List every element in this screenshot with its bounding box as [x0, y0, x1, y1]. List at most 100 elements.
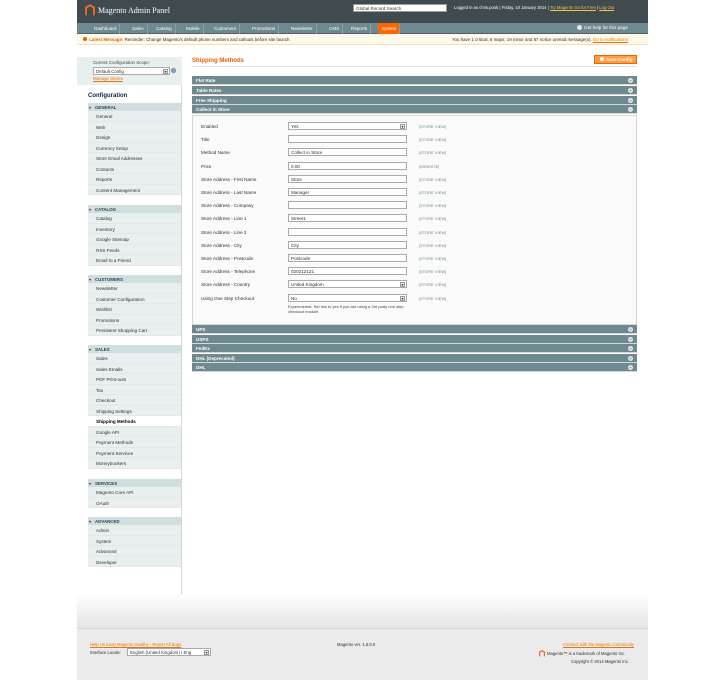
field-input[interactable] — [288, 227, 407, 236]
field-select[interactable]: Yes ▾ — [288, 122, 407, 130]
go-to-notifications-link[interactable]: Go to notifications — [593, 37, 628, 42]
sidebar-item-newsletter[interactable]: Newsletter — [88, 283, 181, 294]
sidebar-item-payment-methods[interactable]: Payment Methods — [88, 437, 181, 448]
sidebar-item-inventory[interactable]: Inventory — [88, 223, 181, 234]
sidebar-item-web[interactable]: Web — [88, 121, 181, 132]
field-input[interactable] — [288, 201, 407, 210]
save-icon — [600, 57, 604, 61]
field-input[interactable]: City — [288, 240, 407, 249]
field-input[interactable]: 0.00 — [288, 161, 407, 170]
sidebar-item-developer[interactable]: Developer — [88, 556, 181, 567]
footer-right: Connect with the Magento Community — [557, 642, 634, 647]
field-input[interactable]: Street1 — [288, 214, 407, 223]
sidebar-item-shipping-methods[interactable]: Shipping Methods — [88, 416, 181, 427]
sidebar-item-contacts[interactable]: Contacts — [88, 163, 181, 174]
field-select[interactable]: No ▾ — [288, 293, 407, 302]
manage-stores-link[interactable]: Manage Stores — [93, 76, 123, 81]
sidebar-item-oauth[interactable]: OAuth — [88, 497, 181, 508]
magento-logo[interactable]: Magento Admin Panel — [85, 4, 170, 16]
sidebar-item-customer-configuration[interactable]: Customer Configuration — [88, 293, 181, 304]
sidebar-item-shipping-settings[interactable]: Shipping Settings — [88, 405, 181, 416]
nav-mobile[interactable]: Mobile — [183, 23, 204, 34]
notification-bar: Latest Message: Reminder: Change Magento… — [77, 34, 648, 45]
sidebar-section-header[interactable]: ▾ CATALOG — [88, 205, 181, 213]
nav-sales[interactable]: Sales — [129, 23, 148, 34]
sidebar-item-catalog[interactable]: Catalog — [88, 213, 181, 224]
group-table-rates[interactable]: Table Rates + — [192, 86, 637, 95]
sidebar-item-wishlist[interactable]: Wishlist — [88, 304, 181, 315]
sidebar-item-admin[interactable]: Admin — [88, 525, 181, 536]
sidebar-item-general[interactable]: General — [88, 111, 181, 122]
field-label: Method Name — [201, 150, 230, 156]
field-label: Enabled — [201, 124, 218, 129]
field-input[interactable]: 020212121 — [288, 267, 407, 276]
field-input[interactable]: Manager — [288, 188, 407, 196]
sidebar-item-advanced[interactable]: Advanced — [88, 546, 181, 557]
sidebar-item-magento-core-api[interactable]: Magento Core API — [88, 487, 181, 498]
save-config-button[interactable]: Save Config — [594, 55, 637, 64]
group-flat-rate[interactable]: Flat Rate + — [192, 76, 637, 85]
field-input[interactable] — [288, 135, 407, 144]
sidebar-item-reports[interactable]: Reports — [88, 174, 181, 185]
sidebar-section-header[interactable]: ▾ ADVANCED — [88, 517, 181, 525]
sidebar-item-google-sitemap[interactable]: Google Sitemap — [88, 234, 181, 245]
nav-cms[interactable]: CMS — [326, 23, 344, 34]
sidebar-item-tax[interactable]: Tax — [88, 384, 181, 395]
field-input[interactable]: Postcode — [288, 254, 407, 262]
info-icon[interactable]: ? — [171, 68, 176, 73]
group-free-shipping[interactable]: Free Shipping + — [192, 96, 637, 105]
field-scope: [STORE VIEW] — [419, 269, 447, 275]
sidebar-item-payment-services[interactable]: Payment Services — [88, 447, 181, 458]
group-dhl[interactable]: DHL + — [192, 363, 637, 372]
global-search-input[interactable] — [353, 4, 447, 12]
nav-customers[interactable]: Customers — [211, 23, 241, 34]
sidebar-section-general: ▾ GENERAL General Web Design Currency Setup St… — [88, 103, 181, 195]
sidebar-section-header[interactable]: ▾ SERVICES — [88, 479, 181, 487]
nav-dashboard[interactable]: Dashboard — [91, 23, 121, 34]
group-dhl-deprecated[interactable]: DHL (Deprecated) + — [192, 354, 637, 363]
sidebar-item-currency-setup[interactable]: Currency Setup — [88, 142, 181, 153]
report-bugs-link[interactable]: Help Us Keep Magento Healthy - Report Al… — [90, 642, 181, 647]
field-select[interactable]: United Kingdom ▾ — [288, 280, 407, 289]
sidebar-item-sales[interactable]: Sales — [88, 353, 181, 364]
nav-catalog[interactable]: Catalog — [153, 23, 176, 34]
locale-select[interactable]: English (United Kingdom) / Eng ▾ — [127, 648, 211, 656]
sidebar-item-pdf-print-outs[interactable]: PDF Print-outs — [88, 374, 181, 385]
sidebar-item-google-api[interactable]: Google API — [88, 426, 181, 437]
group-ups[interactable]: UPS + — [192, 325, 637, 334]
sidebar-item-checkout[interactable]: Checkout — [88, 395, 181, 406]
sidebar-section-label: ADVANCED — [95, 519, 120, 524]
sidebar-item-content-management[interactable]: Content Management — [88, 184, 181, 195]
expand-icon: + — [628, 365, 633, 370]
logout-link[interactable]: Log Out — [599, 5, 614, 10]
sidebar-item-sales-emails[interactable]: Sales Emails — [88, 363, 181, 374]
sidebar-item-design[interactable]: Design — [88, 132, 181, 143]
header: Magento Admin Panel Logged in as chris.p… — [77, 0, 648, 23]
sidebar-item-rss-feeds[interactable]: RSS Feeds — [88, 244, 181, 255]
nav-system[interactable]: System — [378, 23, 401, 34]
group-usps[interactable]: USPS + — [192, 335, 637, 344]
sidebar-section-header[interactable]: ▾ CUSTOMERS — [88, 275, 181, 283]
sidebar-item-store-email-addresses[interactable]: Store Email Addresses — [88, 153, 181, 164]
nav-newsletter[interactable]: Newsletter — [288, 23, 317, 34]
field-input[interactable]: Collect in Store — [288, 148, 407, 157]
nav-promotions[interactable]: Promotions — [249, 23, 280, 34]
sidebar-item-promotions[interactable]: Promotions — [88, 314, 181, 325]
nav-reports[interactable]: Reports — [348, 23, 372, 34]
field-row: Store Address - Postcode Postcode [STORE V… — [193, 254, 638, 264]
sidebar-item-moneybookers[interactable]: Moneybookers — [88, 458, 181, 469]
sidebar-item-persistent-shopping-cart[interactable]: Persistent Shopping Cart — [88, 325, 181, 336]
group-fedex-label: FedEx — [196, 346, 210, 351]
sidebar-section-header[interactable]: ▾ SALES — [88, 345, 181, 353]
help-link[interactable]: Get help for this page — [577, 25, 628, 30]
group-fedex[interactable]: FedEx + — [192, 344, 637, 353]
group-collect-in-store[interactable]: Collect in Store − — [192, 105, 637, 114]
try-magento-link[interactable]: Try Magento Go for Free — [550, 5, 596, 10]
field-scope: [STORE VIEW] — [419, 190, 447, 195]
sidebar-item-email-to-a-friend[interactable]: Email to a Friend — [88, 255, 181, 266]
community-link[interactable]: Connect with the Magento Community — [563, 642, 634, 647]
field-input[interactable]: Store — [288, 174, 407, 183]
sidebar-item-system[interactable]: System — [88, 535, 181, 546]
sidebar-section-header[interactable]: ▾ GENERAL — [88, 103, 181, 111]
scope-select[interactable]: Default Config ▾ — [93, 67, 170, 75]
